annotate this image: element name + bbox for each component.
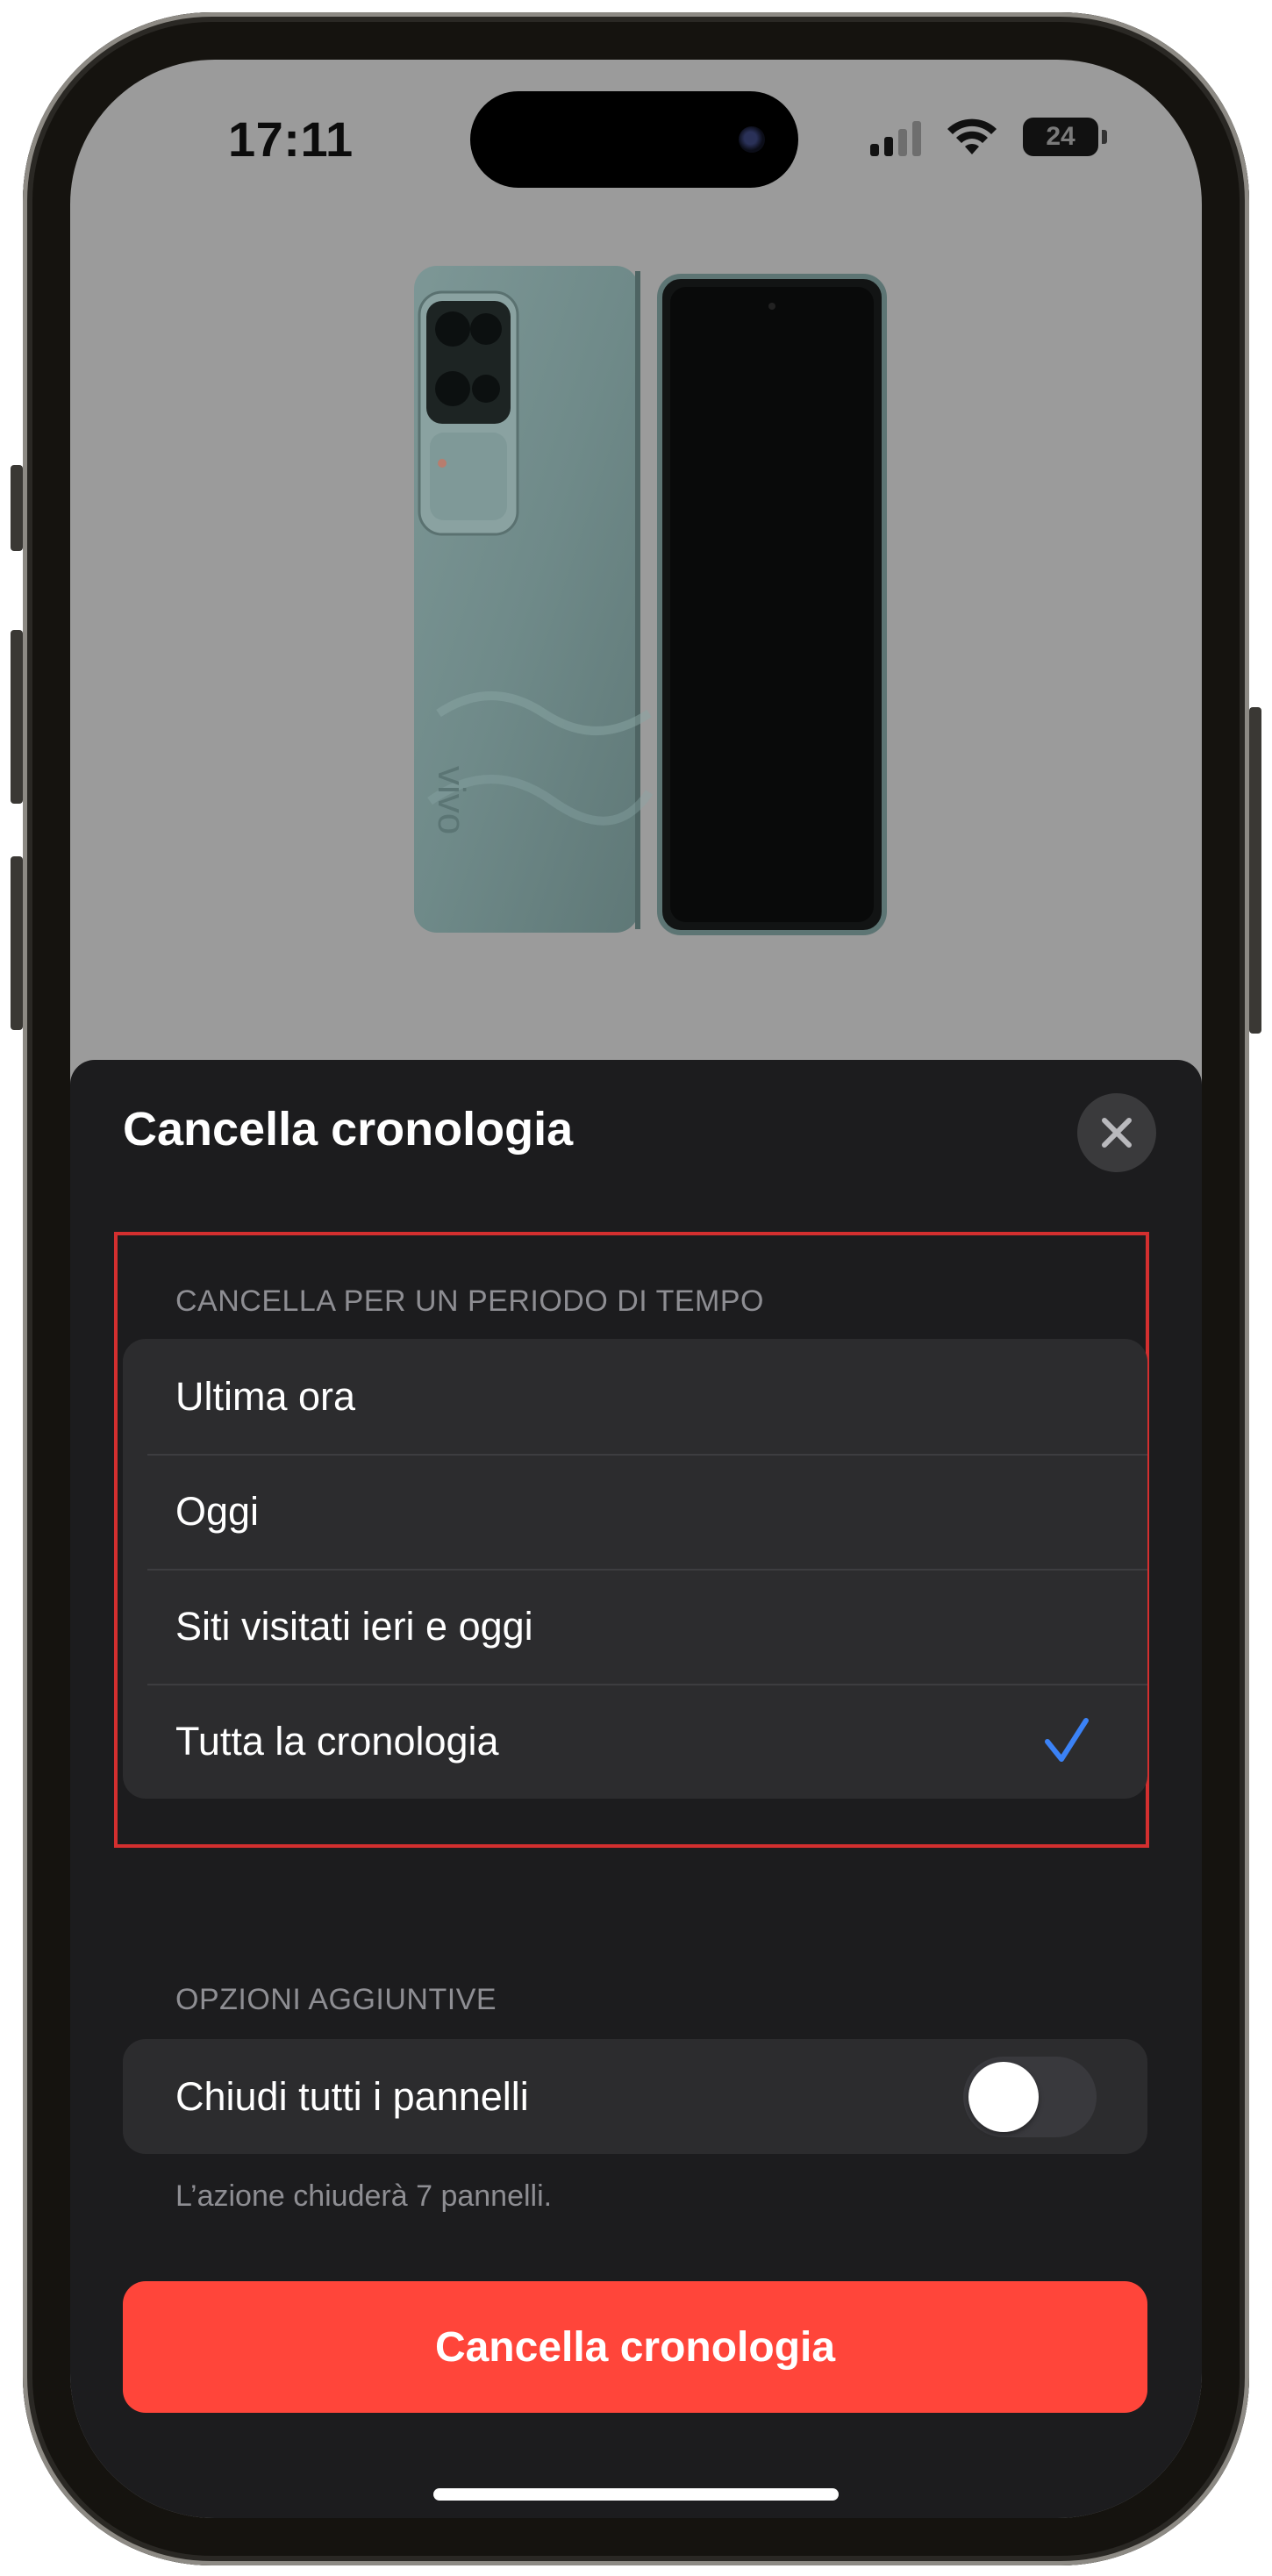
close-all-tabs-row: Chiudi tutti i pannelli <box>123 2039 1147 2154</box>
volume-up-button-side <box>11 630 23 804</box>
time-range-section-header: CANCELLA PER UN PERIODO DI TEMPO <box>175 1284 764 1318</box>
action-button-side <box>11 465 23 551</box>
close-all-tabs-toggle[interactable] <box>963 2057 1097 2137</box>
time-range-options: Ultima ora Oggi Siti visitati ieri e ogg… <box>123 1339 1147 1799</box>
option-today[interactable]: Oggi <box>123 1454 1147 1569</box>
toggle-label: Chiudi tutti i pannelli <box>175 2073 529 2119</box>
checkmark-icon <box>1045 1718 1089 1762</box>
sheet-title: Cancella cronologia <box>123 1103 574 1156</box>
wifi-icon <box>947 118 997 154</box>
option-last-hour[interactable]: Ultima ora <box>123 1339 1147 1454</box>
battery-icon: 24 <box>1023 118 1098 156</box>
home-indicator[interactable] <box>433 2488 839 2501</box>
tabs-footnote: L’azione chiuderà 7 pannelli. <box>175 2179 553 2213</box>
volume-down-button-side <box>11 856 23 1030</box>
extra-options-group: Chiudi tutti i pannelli <box>123 2039 1147 2154</box>
clear-history-sheet: Cancella cronologia CANCELLA PER UN PERI… <box>70 1060 1202 2518</box>
battery-cap <box>1102 130 1107 144</box>
status-time: 17:11 <box>228 111 354 167</box>
clear-history-button[interactable]: Cancella cronologia <box>123 2281 1147 2413</box>
close-icon <box>1102 1118 1132 1148</box>
option-label: Ultima ora <box>175 1373 356 1419</box>
extra-options-section-header: OPZIONI AGGIUNTIVE <box>175 1983 497 2016</box>
power-button-side <box>1249 707 1261 1034</box>
option-all-history[interactable]: Tutta la cronologia <box>123 1684 1147 1799</box>
front-camera-icon <box>739 126 765 153</box>
phone-screen: 17:11 24 vivo Cancella cronologia CANCEL… <box>70 60 1202 2518</box>
dynamic-island <box>470 91 798 188</box>
toggle-knob <box>968 2062 1039 2132</box>
option-label: Siti visitati ieri e oggi <box>175 1603 533 1649</box>
option-yesterday-and-today[interactable]: Siti visitati ieri e oggi <box>123 1569 1147 1684</box>
option-label: Tutta la cronologia <box>175 1718 499 1764</box>
cellular-signal-icon <box>870 119 921 156</box>
product-image: vivo <box>414 266 887 935</box>
brand-logo: vivo <box>430 766 473 834</box>
battery-level: 24 <box>1046 122 1075 151</box>
close-button[interactable] <box>1077 1093 1156 1172</box>
option-label: Oggi <box>175 1488 260 1534</box>
